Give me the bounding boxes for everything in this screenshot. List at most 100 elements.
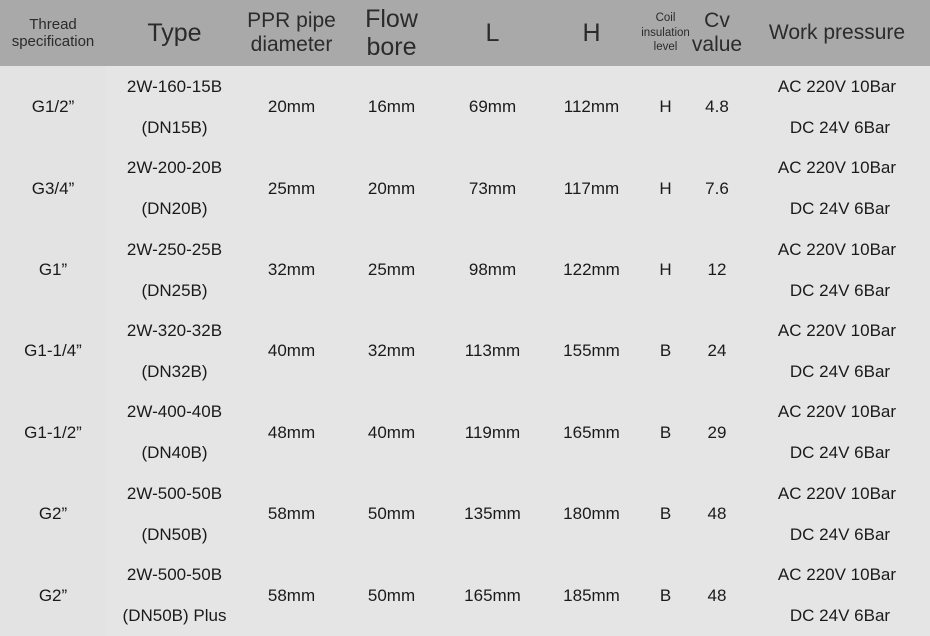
specification-table: Thread specification Type PPR pipe diame… xyxy=(0,0,930,636)
cell-type-line2: (DN20B) xyxy=(141,199,208,219)
cell-type-line1: 2W-320-32B xyxy=(126,320,223,340)
cell-cv-value: 4.8 xyxy=(690,66,744,148)
cell-ppr-pipe-diameter: 58mm xyxy=(243,554,340,636)
cell-work-pressure-ac: AC 220V 10Bar xyxy=(777,239,897,259)
column-header-l: L xyxy=(443,0,542,66)
cell-cv-value: 24 xyxy=(690,310,744,392)
cell-type: 2W-160-15B (DN15B) xyxy=(106,66,243,148)
column-header-h: H xyxy=(542,0,641,66)
header-row: Thread specification Type PPR pipe diame… xyxy=(0,0,930,66)
cell-type: 2W-400-40B (DN40B) xyxy=(106,391,243,474)
cell-work-pressure-dc: DC 24V 6Bar xyxy=(789,117,891,137)
cell-work-pressure: AC 220V 10Bar DC 24V 6Bar xyxy=(744,554,930,636)
cell-l: 73mm xyxy=(443,147,542,229)
table-header: Thread specification Type PPR pipe diame… xyxy=(0,0,930,66)
cell-l: 69mm xyxy=(443,66,542,148)
cell-cv-value: 48 xyxy=(690,554,744,636)
cell-type: 2W-250-25B (DN25B) xyxy=(106,228,243,311)
cell-flow-bore: 20mm xyxy=(340,147,443,229)
cell-cv-value: 48 xyxy=(690,473,744,555)
cell-coil-insulation-level: B xyxy=(641,554,690,636)
table-row: G2” 2W-500-50B (DN50B) 58mm 50mm 135mm 1… xyxy=(0,473,930,555)
cell-l: 119mm xyxy=(443,391,542,474)
cell-cv-value: 29 xyxy=(690,391,744,474)
cell-type-line2: (DN15B) xyxy=(141,117,208,137)
cell-type: 2W-500-50B (DN50B) Plus xyxy=(106,554,243,636)
cell-flow-bore: 50mm xyxy=(340,473,443,555)
cell-thread-specification: G1-1/4” xyxy=(0,310,106,392)
cell-work-pressure-ac: AC 220V 10Bar xyxy=(777,402,897,422)
cell-type: 2W-320-32B (DN32B) xyxy=(106,310,243,392)
cell-h: 155mm xyxy=(542,310,641,392)
cell-ppr-pipe-diameter: 58mm xyxy=(243,473,340,555)
cell-type-line1: 2W-250-25B xyxy=(126,239,223,259)
cell-l: 113mm xyxy=(443,310,542,392)
cell-cv-value: 7.6 xyxy=(690,147,744,229)
cell-work-pressure-dc: DC 24V 6Bar xyxy=(789,199,891,219)
table-row: G3/4” 2W-200-20B (DN20B) 25mm 20mm 73mm … xyxy=(0,147,930,229)
cell-thread-specification: G1-1/2” xyxy=(0,391,106,474)
cell-work-pressure: AC 220V 10Bar DC 24V 6Bar xyxy=(744,147,930,229)
cell-flow-bore: 40mm xyxy=(340,391,443,474)
cell-thread-specification: G1/2” xyxy=(0,66,106,148)
cell-type-line1: 2W-160-15B xyxy=(126,76,223,96)
cell-work-pressure: AC 220V 10Bar DC 24V 6Bar xyxy=(744,310,930,392)
cell-h: 165mm xyxy=(542,391,641,474)
cell-work-pressure: AC 220V 10Bar DC 24V 6Bar xyxy=(744,473,930,555)
cell-thread-specification: G3/4” xyxy=(0,147,106,229)
table-row: G2” 2W-500-50B (DN50B) Plus 58mm 50mm 16… xyxy=(0,554,930,636)
cell-type-line1: 2W-400-40B xyxy=(126,402,223,422)
cell-thread-specification: G2” xyxy=(0,554,106,636)
column-header-ppr-pipe-diameter: PPR pipe diameter xyxy=(243,0,340,66)
cell-type-line2: (DN50B) Plus xyxy=(122,606,227,626)
cell-ppr-pipe-diameter: 48mm xyxy=(243,391,340,474)
cell-ppr-pipe-diameter: 25mm xyxy=(243,147,340,229)
cell-work-pressure: AC 220V 10Bar DC 24V 6Bar xyxy=(744,66,930,148)
cell-h: 180mm xyxy=(542,473,641,555)
cell-coil-insulation-level: B xyxy=(641,473,690,555)
table-row: G1-1/2” 2W-400-40B (DN40B) 48mm 40mm 119… xyxy=(0,391,930,474)
cell-type-line2: (DN40B) xyxy=(141,443,208,463)
cell-l: 165mm xyxy=(443,554,542,636)
cell-l: 98mm xyxy=(443,228,542,311)
cell-coil-insulation-level: H xyxy=(641,147,690,229)
cell-type-line2: (DN32B) xyxy=(141,361,208,381)
cell-coil-insulation-level: H xyxy=(641,228,690,311)
cell-thread-specification: G1” xyxy=(0,228,106,311)
cell-work-pressure-dc: DC 24V 6Bar xyxy=(789,361,891,381)
cell-l: 135mm xyxy=(443,473,542,555)
cell-h: 117mm xyxy=(542,147,641,229)
column-header-flow-bore: Flow bore xyxy=(340,0,443,66)
cell-work-pressure-ac: AC 220V 10Bar xyxy=(777,483,897,503)
table-row: G1/2” 2W-160-15B (DN15B) 20mm 16mm 69mm … xyxy=(0,66,930,148)
column-header-work-pressure: Work pressure xyxy=(744,0,930,66)
cell-cv-value: 12 xyxy=(690,228,744,311)
cell-type-line2: (DN50B) xyxy=(141,524,208,544)
cell-h: 185mm xyxy=(542,554,641,636)
cell-flow-bore: 25mm xyxy=(340,228,443,311)
cell-work-pressure-ac: AC 220V 10Bar xyxy=(777,158,897,178)
cell-work-pressure: AC 220V 10Bar DC 24V 6Bar xyxy=(744,391,930,474)
table-row: G1-1/4” 2W-320-32B (DN32B) 40mm 32mm 113… xyxy=(0,310,930,392)
table-row: G1” 2W-250-25B (DN25B) 32mm 25mm 98mm 12… xyxy=(0,228,930,311)
cell-work-pressure: AC 220V 10Bar DC 24V 6Bar xyxy=(744,228,930,311)
cell-work-pressure-ac: AC 220V 10Bar xyxy=(777,320,897,340)
cell-thread-specification: G2” xyxy=(0,473,106,555)
cell-flow-bore: 50mm xyxy=(340,554,443,636)
cell-ppr-pipe-diameter: 20mm xyxy=(243,66,340,148)
cell-flow-bore: 16mm xyxy=(340,66,443,148)
column-header-cv-value: Cv value xyxy=(690,0,744,66)
column-header-coil-insulation-level: Coil insulation level xyxy=(641,0,690,66)
cell-ppr-pipe-diameter: 40mm xyxy=(243,310,340,392)
cell-work-pressure-dc: DC 24V 6Bar xyxy=(789,443,891,463)
cell-work-pressure-ac: AC 220V 10Bar xyxy=(777,565,897,585)
cell-work-pressure-dc: DC 24V 6Bar xyxy=(789,280,891,300)
cell-type-line1: 2W-500-50B xyxy=(126,565,223,585)
cell-type: 2W-200-20B (DN20B) xyxy=(106,147,243,229)
cell-ppr-pipe-diameter: 32mm xyxy=(243,228,340,311)
cell-flow-bore: 32mm xyxy=(340,310,443,392)
cell-work-pressure-ac: AC 220V 10Bar xyxy=(777,76,897,96)
cell-type-line2: (DN25B) xyxy=(141,280,208,300)
cell-coil-insulation-level: H xyxy=(641,66,690,148)
cell-coil-insulation-level: B xyxy=(641,391,690,474)
